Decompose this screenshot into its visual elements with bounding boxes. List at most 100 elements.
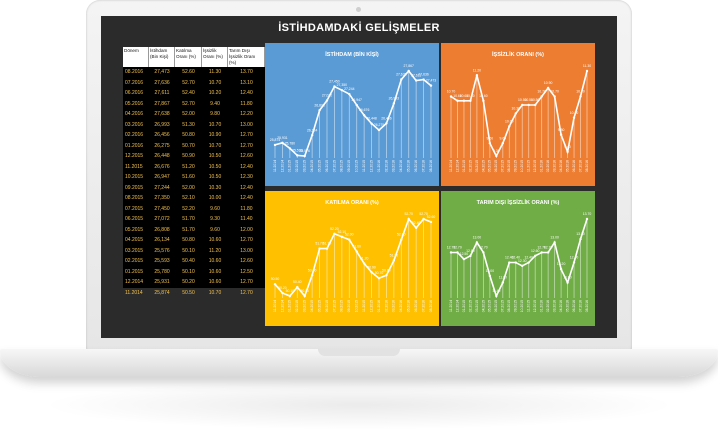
- table-cell: 10.50: [208, 163, 222, 170]
- data-label: 51.30: [390, 253, 399, 257]
- table-row: 03.2015 25,576 50.10 11.20 13.00: [123, 246, 265, 257]
- table-cell: 04.2016: [125, 111, 144, 118]
- x-tick-label: 01.2016: [377, 300, 381, 312]
- x-tick-label: 10.2015: [520, 160, 524, 172]
- table-cell: 10.70: [208, 79, 222, 86]
- chart-panel-participation: KATILMA ORANI (%) 50.50 50.20 50.10 50.40 50.…: [265, 191, 439, 326]
- x-tick-label: 01.2015: [288, 160, 292, 172]
- data-point: [407, 69, 410, 73]
- table-row: 08.2015 27,350 52.10 10.00 12.40: [123, 193, 265, 204]
- data-label: 52.00: [397, 233, 406, 237]
- data-point: [318, 109, 321, 112]
- data-point: [414, 79, 418, 82]
- table-cell: 12.70: [240, 289, 253, 296]
- data-point: [462, 257, 466, 261]
- data-point: [303, 294, 306, 298]
- data-point: [407, 217, 410, 221]
- table-cell: 27,638: [154, 111, 170, 118]
- table-cell: 12.00: [240, 226, 253, 233]
- dashboard-title: İSTİHDAMDAKİ GELİŞMELER: [278, 22, 440, 34]
- table-cell: 9.80: [210, 111, 220, 118]
- data-point: [273, 282, 277, 286]
- x-tick-label: 05.2016: [407, 300, 411, 312]
- series-line: [274, 69, 432, 157]
- table-cell: 10.90: [208, 132, 222, 139]
- data-label: 26,134: [307, 128, 317, 132]
- header-cell: Dönem: [123, 47, 149, 67]
- table-cell: 12.40: [240, 184, 253, 191]
- table-row: 06.2015 27,072 51.70 9.30 11.40: [123, 214, 265, 225]
- table-cell: 12.2014: [125, 279, 144, 286]
- data-label: 13.00: [473, 235, 482, 239]
- table-cell: 52.70: [182, 79, 195, 86]
- data-point: [377, 277, 381, 280]
- data-label: 26,993: [389, 96, 399, 100]
- data-label: 12.70: [453, 245, 462, 249]
- x-tick-label: 11.2014: [449, 160, 453, 172]
- header-cell: İşsizlik Oranı (%): [202, 47, 228, 67]
- table-cell: 11.40: [240, 216, 253, 223]
- x-tick-label: 12.2015: [369, 300, 373, 312]
- x-tick-label: 10.2015: [520, 300, 524, 312]
- x-tick-label: 12.2015: [533, 160, 537, 172]
- table-row: 11.2014 25,874 50.50 10.70 12.70: [123, 288, 265, 299]
- data-point: [469, 99, 472, 102]
- table-row: 06.2016 27,611 52.40 10.20 12.40: [123, 88, 265, 99]
- table-cell: 50.50: [182, 289, 195, 296]
- data-label: 12.00: [486, 269, 495, 273]
- data-point: [469, 254, 472, 258]
- data-label: 27,636: [418, 73, 428, 77]
- data-point: [333, 232, 336, 236]
- table-cell: 25,593: [154, 258, 170, 265]
- data-point: [288, 147, 292, 150]
- participation-chart: KATILMA ORANI (%)50.5050.2050.1050.4050.…: [271, 200, 436, 312]
- data-point: [482, 251, 485, 254]
- table-cell: 50.70: [182, 142, 195, 149]
- table-cell: 25,576: [154, 247, 170, 254]
- data-point: [414, 226, 418, 230]
- data-table: Dönem İstihdam (Bin Kişi) Katılma Oranı …: [123, 47, 265, 296]
- data-label: 25,780: [285, 141, 295, 145]
- chart-panel-unemployment: İŞSİZLİK ORANI (%) 10.70 10.60 10.60 10.60 11…: [441, 43, 595, 186]
- table-row: 11.2015 26,676 51.20 10.50 12.40: [123, 162, 265, 173]
- data-point: [488, 274, 492, 278]
- table-cell: 52.00: [182, 184, 195, 191]
- table-cell: 12.60: [240, 153, 253, 160]
- table-cell: 10.70: [208, 142, 222, 149]
- x-tick-label: 11.2014: [273, 300, 277, 312]
- laptop-shadow: [40, 380, 678, 430]
- table-cell: 12.70: [240, 279, 253, 286]
- x-tick-label: 03.2016: [392, 160, 396, 172]
- data-point: [495, 154, 498, 158]
- data-point: [533, 254, 537, 258]
- data-point: [527, 261, 530, 264]
- table-cell: 26,947: [154, 174, 170, 181]
- chart-title: İŞSİZLİK ORANI (%): [492, 51, 544, 58]
- data-label: 50.10: [300, 289, 309, 293]
- x-tick-label: 12.2014: [280, 160, 284, 172]
- data-label: 27,244: [344, 87, 354, 91]
- data-label: 10.90: [544, 81, 553, 85]
- x-tick-label: 05.2016: [407, 160, 411, 172]
- table-cell: 27,244: [154, 184, 170, 191]
- data-label: 10.60: [466, 94, 475, 98]
- data-point: [482, 99, 485, 102]
- data-label: 50.80: [382, 268, 391, 272]
- data-point: [546, 251, 550, 254]
- x-tick-label: 02.2016: [546, 160, 550, 172]
- x-tick-label: 02.2016: [384, 300, 388, 312]
- data-label: 27,473: [426, 79, 436, 83]
- x-tick-label: 11.2014: [449, 300, 453, 312]
- table-cell: 02.2015: [125, 258, 144, 265]
- data-label: 9.60: [500, 136, 507, 140]
- data-point: [296, 285, 299, 289]
- data-label: 10.60: [479, 94, 488, 98]
- x-tick-label: 02.2016: [384, 160, 388, 172]
- data-point: [377, 128, 381, 132]
- data-label: 9.60: [487, 136, 494, 140]
- table-cell: 12.60: [240, 258, 253, 265]
- table-cell: 27,072: [154, 216, 170, 223]
- chart-panel-nonfarm: TARIM DIŞI İŞSİZLİK ORANI (%) 12.70 12.70 1…: [441, 191, 595, 326]
- data-label: 52.40: [412, 221, 421, 225]
- x-tick-label: 10.2015: [355, 160, 359, 172]
